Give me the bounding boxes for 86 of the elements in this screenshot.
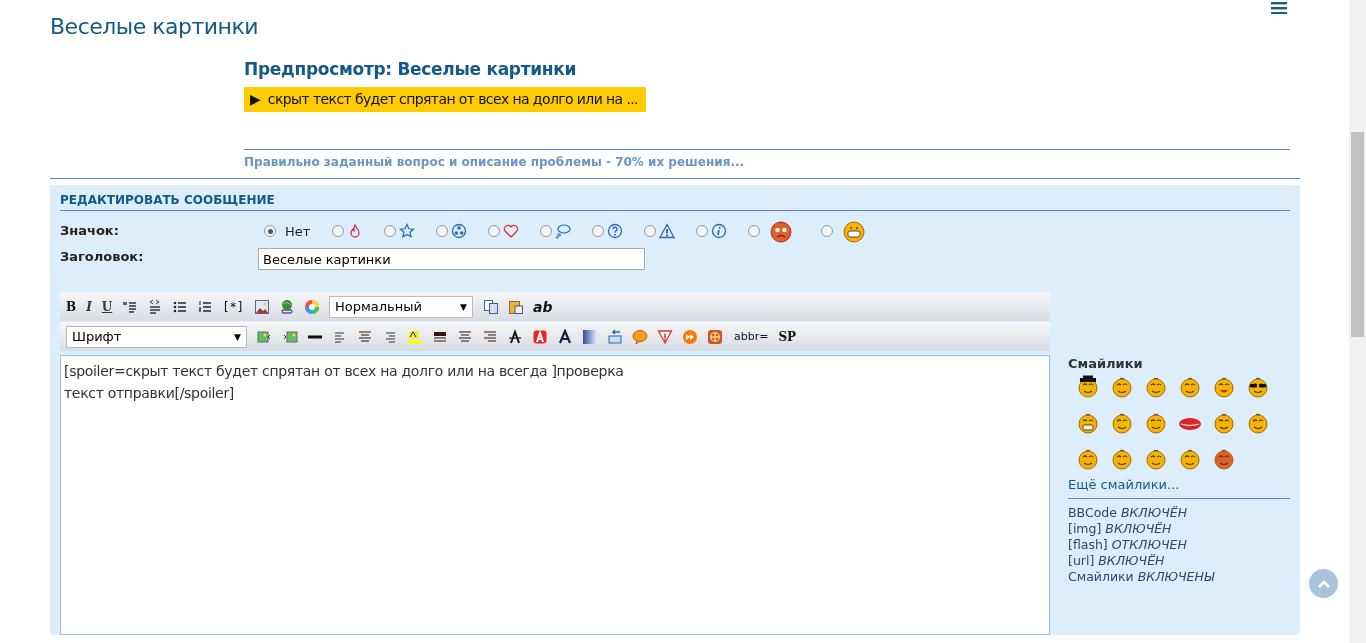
smiley-icon[interactable] xyxy=(1076,447,1100,471)
option-label[interactable]: Нет xyxy=(285,223,311,239)
smilies-heading: Смайлики xyxy=(1068,356,1144,371)
info-icon[interactable] xyxy=(711,223,728,239)
smiley-icon[interactable] xyxy=(1076,411,1100,435)
smiley-icon[interactable] xyxy=(1246,411,1270,435)
image-icon[interactable] xyxy=(253,298,270,315)
smiley-icon[interactable] xyxy=(1246,375,1270,399)
copy-icon[interactable] xyxy=(482,298,499,315)
toolbar-button[interactable]: U xyxy=(101,299,113,314)
heart-icon[interactable] xyxy=(503,223,520,239)
smiley-icon[interactable] xyxy=(1110,411,1134,435)
radio-button[interactable] xyxy=(264,225,276,237)
question-icon[interactable] xyxy=(607,223,624,239)
radio-button[interactable] xyxy=(332,225,345,237)
toolbar-button[interactable]: abbr= xyxy=(734,330,769,343)
smiley-icon[interactable] xyxy=(1178,375,1202,399)
smiley-icon[interactable] xyxy=(1144,411,1168,435)
dropdown[interactable]: Шрифт ▼ xyxy=(66,325,247,348)
gradient-icon[interactable] xyxy=(582,328,598,345)
scrollbar[interactable] xyxy=(1349,0,1366,643)
smiley-icon[interactable] xyxy=(1110,375,1134,399)
toolbar-button[interactable]: ab xyxy=(532,298,553,315)
smiley-icon[interactable] xyxy=(1212,447,1236,471)
more-smilies-link[interactable]: Ещё смайлики... xyxy=(1068,477,1290,499)
color-wheel-icon[interactable] xyxy=(303,298,320,315)
highlight-icon[interactable] xyxy=(407,328,423,345)
image-left-icon[interactable] xyxy=(257,328,273,345)
toolbar-button[interactable]: B xyxy=(66,299,77,314)
dropdown-arrow[interactable]: ▼ xyxy=(234,331,241,342)
dropdown[interactable]: Нормальный ▼ xyxy=(328,295,473,318)
status-line: Смайлики ВКЛЮЧЕНЫ xyxy=(1068,569,1216,585)
angry-face-icon[interactable] xyxy=(769,219,794,243)
align-center-icon[interactable] xyxy=(457,328,473,345)
radio-button[interactable] xyxy=(488,225,501,237)
signature-text: Правильно заданный вопрос и описание проблемы - 70% их решения... xyxy=(244,155,745,169)
radio-button[interactable] xyxy=(540,225,553,237)
toolbar-button[interactable]: I xyxy=(86,299,92,314)
star-icon[interactable] xyxy=(399,223,416,239)
radio-button[interactable] xyxy=(748,225,761,237)
speech-bubble-icon[interactable] xyxy=(632,328,648,345)
numbered-list-icon[interactable] xyxy=(197,298,214,315)
dots-circle-icon[interactable] xyxy=(451,223,468,239)
letter-a-icon[interactable] xyxy=(532,328,548,345)
letter-shadow-icon[interactable] xyxy=(557,328,573,345)
radio-button[interactable] xyxy=(821,225,834,237)
grinning-face-icon[interactable] xyxy=(842,219,867,243)
arrow-box-icon[interactable] xyxy=(607,328,623,345)
message-textarea[interactable]: [spoiler=скрыт текст будет спрятан от всех на долго или на всегда ]проверка текст отправки[/spoiler] xyxy=(60,355,1050,635)
warning-icon[interactable] xyxy=(659,223,676,239)
status-line: [img] ВКЛЮЧЁН xyxy=(1068,521,1173,537)
indent-icon[interactable] xyxy=(482,328,498,345)
speech-bubble-icon[interactable] xyxy=(555,223,572,239)
radio-button[interactable] xyxy=(384,225,397,237)
strikethrough-icon[interactable] xyxy=(507,328,523,345)
radio-button[interactable] xyxy=(644,225,657,237)
status-line: [flash] ОТКЛЮЧЕН xyxy=(1068,537,1188,553)
radio-button[interactable] xyxy=(436,225,449,237)
field-label: Заголовок: xyxy=(60,248,145,264)
warning-triangle-icon[interactable] xyxy=(657,328,673,345)
toolbar-button[interactable]: [*] xyxy=(222,299,244,314)
radio-button[interactable] xyxy=(696,225,709,237)
subject-field[interactable]: Веселые картинки xyxy=(258,248,645,270)
toolbar-button[interactable]: SP xyxy=(778,329,797,344)
paste-icon[interactable] xyxy=(507,298,524,315)
film-reel-icon[interactable] xyxy=(707,328,723,345)
align-center-icon[interactable] xyxy=(357,328,373,345)
spoiler-toggle[interactable]: ▶ скрыт текст будет спрятан от всех на долго или на ... xyxy=(244,87,646,112)
preview-title: Предпросмотр: Веселые картинки xyxy=(244,59,578,79)
smiley-icon[interactable] xyxy=(1212,411,1236,435)
smiley-icon[interactable] xyxy=(1178,447,1202,471)
scrollbar-thumb[interactable] xyxy=(1351,132,1364,337)
smiley-icon[interactable] xyxy=(1144,375,1168,399)
menu-icon[interactable] xyxy=(1271,2,1287,14)
fast-forward-icon[interactable] xyxy=(682,328,698,345)
globe-link-icon[interactable] xyxy=(278,298,295,315)
field-label: Значок: xyxy=(60,222,120,238)
page-title: Веселые картинки xyxy=(50,13,259,39)
smiley-icon[interactable] xyxy=(1144,447,1168,471)
smiley-icon[interactable] xyxy=(1076,375,1100,399)
status-line: [url] ВКЛЮЧЁН xyxy=(1068,553,1166,569)
image-right-icon[interactable] xyxy=(282,328,298,345)
status-line: BBCode ВКЛЮЧЁН xyxy=(1068,505,1189,521)
smiley-icon[interactable] xyxy=(1110,447,1134,471)
radio-button[interactable] xyxy=(592,225,605,237)
dropdown-arrow[interactable]: ▼ xyxy=(460,301,467,312)
